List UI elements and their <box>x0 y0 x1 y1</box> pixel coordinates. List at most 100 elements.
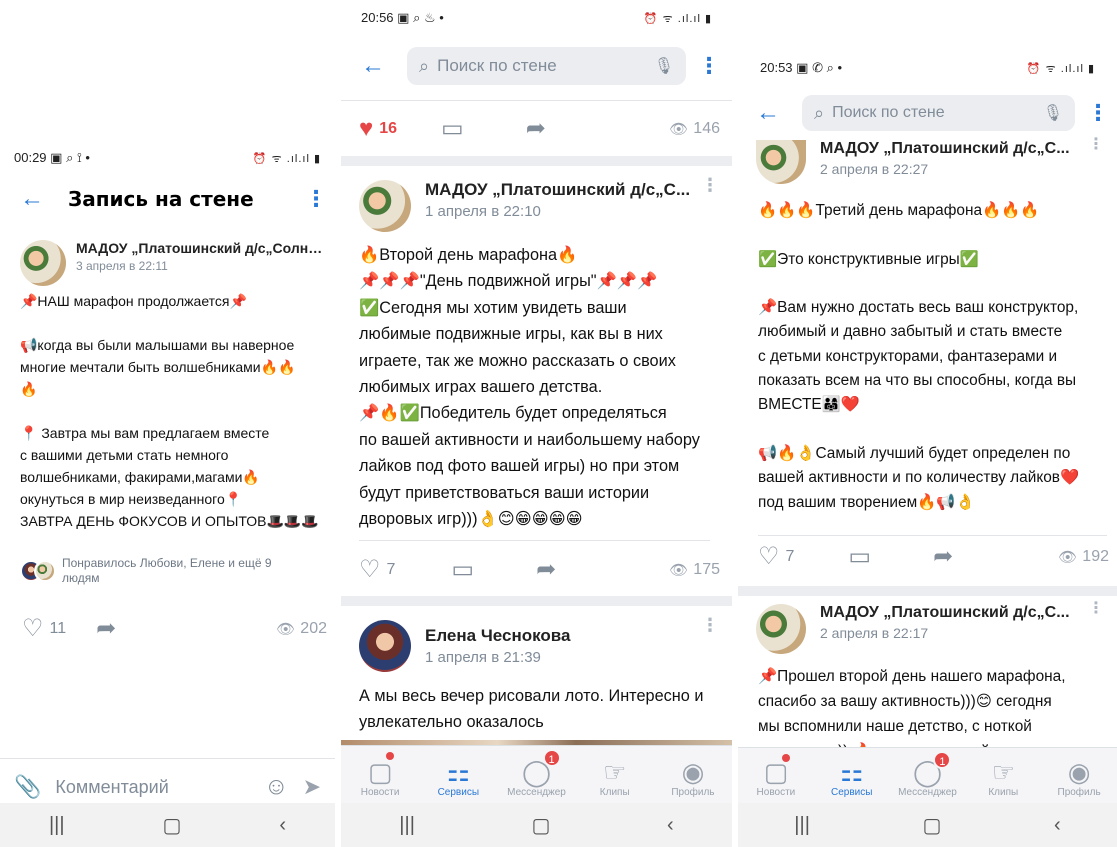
post-menu-icon[interactable]: ⋮ <box>1085 601 1107 616</box>
post-author[interactable]: МАДОУ „Платошинский д/с„С... <box>820 604 1085 622</box>
status-icons: ▣ ⌕ ⟟ • <box>50 150 90 165</box>
avatar[interactable] <box>359 180 411 232</box>
home-icon[interactable]: ▢ <box>532 813 551 838</box>
emoji-icon[interactable]: ☺ <box>264 773 289 801</box>
comment-button[interactable]: ▭ <box>441 114 464 143</box>
like-button[interactable]: ♡ 7 <box>758 542 794 571</box>
text-line <box>758 223 1079 247</box>
recent-apps-icon[interactable]: ||| <box>794 814 810 837</box>
microphone-icon[interactable]: 🎙 <box>654 56 674 76</box>
status-time: 20:56 <box>361 10 394 25</box>
system-nav-bar: ||| ▢ ‹ <box>0 803 335 847</box>
bottom-tab-bar: ▢ Новости ⚏ Сервисы ◯ 1 Мессенджер ☞ Клипы ◉ П… <box>341 745 732 803</box>
tab-services[interactable]: ⚏ Сервисы <box>419 746 497 803</box>
post-menu-icon[interactable]: ⋮ <box>698 176 722 194</box>
more-menu-icon[interactable]: ⋮ <box>1085 100 1111 126</box>
liked-by-text: людям <box>62 571 100 585</box>
text-line: 📌Прошел второй день нашего марафона, <box>758 668 1066 685</box>
tab-services[interactable]: ⚏ Сервисы <box>814 748 890 803</box>
comment-button[interactable]: ▭ <box>451 555 474 584</box>
notification-dot <box>386 752 395 760</box>
search-field[interactable]: ⌕ Поиск по стене 🎙 <box>802 95 1075 131</box>
more-menu-icon[interactable]: ⋮ <box>303 186 329 212</box>
like-button[interactable]: ♡ 7 <box>359 555 395 584</box>
tab-profile[interactable]: ◉ Профиль <box>654 746 732 803</box>
clips-icon: ☞ <box>603 757 627 787</box>
text-line: играете, так же можно рассказать о своих <box>359 351 676 370</box>
post-menu-icon[interactable]: ⋮ <box>698 616 722 634</box>
back-arrow-icon[interactable]: ← <box>353 52 393 80</box>
unread-badge: 1 <box>933 751 952 769</box>
share-arrow-icon: ➦ <box>536 556 557 583</box>
text-line: 🔥Второй день марафона🔥 <box>359 246 578 264</box>
tab-news[interactable]: ▢ Новости <box>341 746 419 803</box>
post-author[interactable]: МАДОУ „Платошинский д/с„Солны... <box>76 240 325 256</box>
post-author[interactable]: Елена Чеснокова <box>425 626 698 646</box>
post-menu-icon[interactable]: ⋮ <box>1085 137 1107 152</box>
status-icons: ▣ ⌕ ♨ • <box>397 10 444 25</box>
page-title: Запись на стене <box>68 187 254 211</box>
share-button[interactable]: ➦ <box>526 114 546 143</box>
search-field[interactable]: ⌕ Поиск по стене 🎙 <box>407 47 686 85</box>
share-button[interactable]: ➦ <box>536 555 556 584</box>
status-right-icons: ⏰ ᯤ .ıl.ıl ▮ <box>643 12 712 25</box>
divider <box>0 758 335 759</box>
home-icon[interactable]: ▢ <box>923 813 942 838</box>
text-line: многие мечтали быть волшебниками🔥🔥 <box>20 359 296 375</box>
post-header: МАДОУ „Платошинский д/с„С... 2 апреля в … <box>738 137 1117 184</box>
system-back-icon[interactable]: ‹ <box>279 814 286 837</box>
comment-input[interactable]: Комментарий <box>55 777 264 798</box>
system-back-icon[interactable]: ‹ <box>1054 814 1061 837</box>
recent-apps-icon[interactable]: ||| <box>49 814 65 837</box>
attach-paperclip-icon[interactable]: 📎 <box>14 774 41 800</box>
text-line: с вашими детьми стать немного <box>20 447 229 463</box>
home-icon[interactable]: ▢ <box>163 813 182 838</box>
system-nav-bar: ||| ▢ ‹ <box>341 803 732 847</box>
tab-clips[interactable]: ☞ Клипы <box>576 746 654 803</box>
avatar[interactable] <box>20 240 66 286</box>
post-header: Елена Чеснокова 1 апреля в 21:39 ⋮ <box>341 616 732 672</box>
text-line: 📍 Завтра мы вам предлагаем вместе <box>20 425 270 441</box>
back-arrow-icon[interactable]: ← <box>12 185 52 213</box>
search-placeholder: Поиск по стене <box>437 56 557 75</box>
views: 👁 202 <box>276 620 327 638</box>
share-button[interactable]: ➦ <box>933 542 953 571</box>
avatar[interactable] <box>756 604 806 654</box>
more-menu-icon[interactable]: ⋮ <box>696 53 722 79</box>
text-line: 🔥 <box>20 381 38 397</box>
status-bar: 20:53 ▣ ✆ ⌕ • ⏰ ᯤ .ıl.ıl ▮ <box>738 58 1117 78</box>
tab-messenger[interactable]: ◯ 1 Мессенджер <box>497 746 575 803</box>
microphone-icon[interactable]: 🎙 <box>1043 103 1063 123</box>
heart-icon: ♡ <box>758 543 780 570</box>
avatar[interactable] <box>756 140 806 184</box>
profile-icon: ◉ <box>681 757 705 787</box>
tab-news[interactable]: ▢ Новости <box>738 748 814 803</box>
liked-by-text: Понравилось Любови, Елене и ещё 9 <box>62 556 272 570</box>
back-arrow-icon[interactable]: ← <box>748 99 788 127</box>
like-count: 7 <box>785 547 795 565</box>
avatar[interactable] <box>359 620 411 672</box>
post-actions: ♡ 11 ➦ 👁 202 <box>0 614 335 643</box>
liked-by[interactable]: Понравилось Любови, Елене и ещё 9 людям <box>20 556 272 586</box>
system-back-icon[interactable]: ‹ <box>667 814 674 837</box>
like-button[interactable]: ♥ 16 <box>359 115 397 143</box>
like-button[interactable]: ♡ 11 <box>22 614 66 643</box>
views: 👁 192 <box>1058 548 1109 566</box>
comment-icon: ▭ <box>848 543 872 570</box>
post-author[interactable]: МАДОУ „Платошинский д/с„С... <box>820 140 1085 158</box>
separator <box>341 596 732 606</box>
send-icon[interactable]: ➤ <box>303 774 321 800</box>
liker-avatar <box>34 560 56 582</box>
post-author[interactable]: МАДОУ „Платошинский д/с„С... <box>425 180 698 200</box>
tab-profile[interactable]: ◉ Профиль <box>1041 748 1117 803</box>
share-button[interactable]: ➦ <box>96 614 116 643</box>
top-nav: ← ⌕ Поиск по стене 🎙 ⋮ <box>738 94 1117 132</box>
like-count: 16 <box>379 119 398 137</box>
tab-messenger[interactable]: ◯ 1 Мессенджер <box>890 748 966 803</box>
comment-button[interactable]: ▭ <box>848 542 871 571</box>
comment-icon: ▭ <box>451 556 475 583</box>
views-count: 192 <box>1082 547 1109 565</box>
search-icon: ⌕ <box>419 55 430 76</box>
tab-clips[interactable]: ☞ Клипы <box>965 748 1041 803</box>
recent-apps-icon[interactable]: ||| <box>399 814 415 837</box>
